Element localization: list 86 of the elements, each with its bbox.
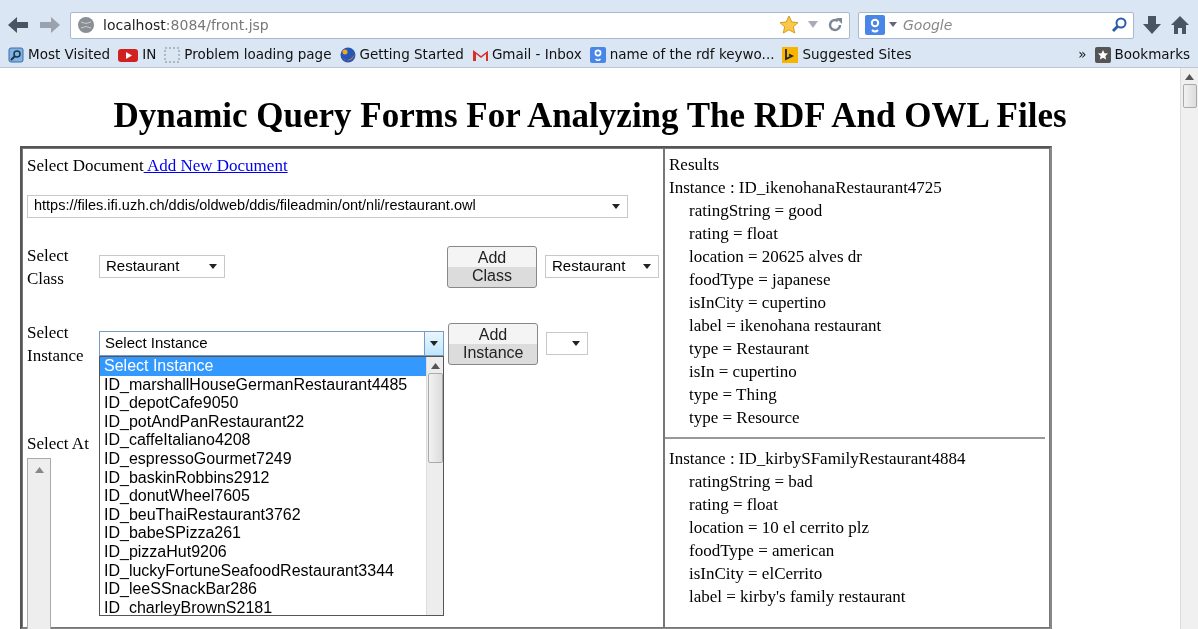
bookmark-link[interactable]: Getting Started bbox=[359, 44, 464, 65]
scroll-thumb[interactable] bbox=[1182, 84, 1197, 108]
search-engine-icon[interactable] bbox=[589, 46, 606, 63]
select-class-label: Select Class bbox=[27, 244, 70, 290]
property-line: ratingString = good bbox=[688, 200, 824, 222]
scrollbar[interactable] bbox=[1180, 68, 1198, 629]
add-class-button[interactable]: Add Class bbox=[447, 245, 537, 288]
caret-icon bbox=[571, 340, 581, 347]
property-line: foodType = japanese bbox=[688, 269, 832, 291]
dropdown-option[interactable]: ID_potAndPanRestaurant22 bbox=[100, 412, 426, 432]
dropdown-option[interactable]: ID_marshallHouseGermanRestaurant4485 bbox=[100, 375, 426, 395]
property-line: label = kirby's family restaurant bbox=[688, 586, 907, 608]
star-icon[interactable] bbox=[779, 15, 799, 35]
address-text: localhost:8084/front.jsp bbox=[103, 15, 269, 35]
page-title: Dynamic Query Forms For Analyzing The RDF And OWL Files bbox=[112, 95, 1068, 137]
add-instance-button[interactable]: Add Instance bbox=[448, 322, 538, 365]
document-select[interactable]: https://files.ifi.uzh.ch/ddis/oldweb/ddis/fileadmin/ont/nli/restaurant.owl bbox=[27, 194, 628, 218]
property-line: label = ikenohana restaurant bbox=[688, 315, 883, 337]
select-instance-label: Select Instance bbox=[27, 321, 85, 367]
property-line: rating = float bbox=[688, 223, 779, 245]
instance-class-select[interactable] bbox=[546, 332, 588, 355]
bookmark-link[interactable]: IN bbox=[142, 44, 157, 65]
bookmark-icon[interactable] bbox=[8, 46, 24, 63]
instance-name: Instance : ID_kirbySFamilyRestaurant4884 bbox=[669, 448, 967, 470]
back-icon[interactable] bbox=[6, 15, 30, 35]
overflow-button[interactable]: » bbox=[1078, 44, 1087, 65]
property-line: isInCity = elCerrito bbox=[688, 563, 824, 585]
select-attribute-label: Select At bbox=[27, 432, 89, 455]
browser-icon[interactable] bbox=[339, 46, 356, 63]
dropdown-option[interactable]: ID_babeSPizza261 bbox=[100, 524, 426, 543]
dropdown-option[interactable]: ID_baskinRobbins2912 bbox=[100, 468, 426, 488]
scroll-up-icon bbox=[34, 467, 44, 473]
bookmark-link[interactable]: Problem loading page bbox=[184, 44, 332, 65]
scroll-up-icon bbox=[430, 363, 440, 369]
dropdown-option[interactable]: ID_leeSSnackBar286 bbox=[100, 580, 426, 599]
dropdown-option[interactable]: ID_donutWheel7605 bbox=[100, 487, 426, 506]
search-icon[interactable] bbox=[1111, 17, 1127, 33]
property-line: type = Resource bbox=[688, 407, 801, 429]
property-line: foodType = american bbox=[688, 540, 836, 562]
forward-icon[interactable] bbox=[38, 15, 62, 35]
dropdown-option[interactable]: ID_luckyFortuneSeafoodRestaurant3344 bbox=[100, 561, 426, 581]
dropdown-option[interactable]: ID_beuThaiRestaurant3762 bbox=[100, 505, 426, 525]
home-icon[interactable] bbox=[1170, 15, 1190, 35]
select-document-label: Select Document bbox=[27, 155, 144, 177]
property-line: location = 20625 alves dr bbox=[688, 246, 863, 268]
caret-icon[interactable] bbox=[889, 22, 897, 28]
class-select[interactable]: Restaurant bbox=[545, 255, 659, 278]
bookmark-link[interactable]: Suggested Sites bbox=[802, 44, 912, 65]
globe-icon bbox=[77, 16, 95, 34]
property-line: ratingString = bad bbox=[688, 471, 814, 493]
property-line: location = 10 el cerrito plz bbox=[688, 517, 870, 539]
scroll-up-icon bbox=[1185, 74, 1194, 80]
caret-icon bbox=[208, 263, 218, 270]
search-field[interactable]: Google bbox=[901, 13, 1081, 37]
property-line: isIn = cupertino bbox=[688, 361, 798, 383]
caret-icon bbox=[429, 340, 439, 347]
download-icon[interactable] bbox=[1142, 15, 1162, 35]
dropdown-option[interactable]: ID_depotCafe9050 bbox=[100, 394, 426, 413]
scroll-thumb[interactable] bbox=[427, 373, 443, 463]
scrollbar[interactable] bbox=[426, 357, 443, 615]
caret-icon bbox=[642, 263, 652, 270]
bookmark-link[interactable]: Gmail - Inbox bbox=[491, 44, 582, 65]
address-bar[interactable]: localhost:8084/front.jsp bbox=[70, 11, 850, 39]
property-line: type = Restaurant bbox=[688, 338, 811, 360]
dropdown-option[interactable]: ID_pizzaHut9206 bbox=[100, 542, 426, 562]
caret-icon bbox=[611, 202, 621, 210]
property-line: rating = float bbox=[688, 494, 779, 516]
reload-icon[interactable] bbox=[827, 17, 843, 33]
bookmarks-menu[interactable]: Bookmarks bbox=[1114, 44, 1190, 65]
results-heading: Results bbox=[669, 154, 721, 176]
dropdown-option[interactable]: ID_espressoGourmet7249 bbox=[100, 449, 426, 469]
property-line: isInCity = cupertino bbox=[688, 292, 828, 314]
bookmarks-icon[interactable] bbox=[1094, 46, 1111, 63]
instance-name: Instance : ID_ikenohanaRestaurant4725 bbox=[669, 177, 943, 199]
bookmark-link[interactable]: Most Visited bbox=[28, 44, 111, 65]
play-icon[interactable] bbox=[118, 46, 139, 63]
attribute-listbox[interactable] bbox=[27, 458, 51, 629]
class-select[interactable]: Restaurant bbox=[99, 255, 225, 278]
property-line: type = Thing bbox=[688, 384, 778, 406]
add-document-link[interactable]: Add New Document bbox=[143, 153, 288, 179]
dropdown-icon[interactable] bbox=[807, 20, 819, 30]
bookmark-icon[interactable] bbox=[782, 46, 799, 63]
dropdown-option[interactable]: ID_caffeItaliano4208 bbox=[100, 431, 426, 450]
bookmark-link[interactable]: name of the rdf keywo... bbox=[609, 44, 775, 65]
search-bar[interactable]: Google bbox=[858, 11, 1134, 39]
search-engine-icon[interactable] bbox=[865, 15, 885, 35]
